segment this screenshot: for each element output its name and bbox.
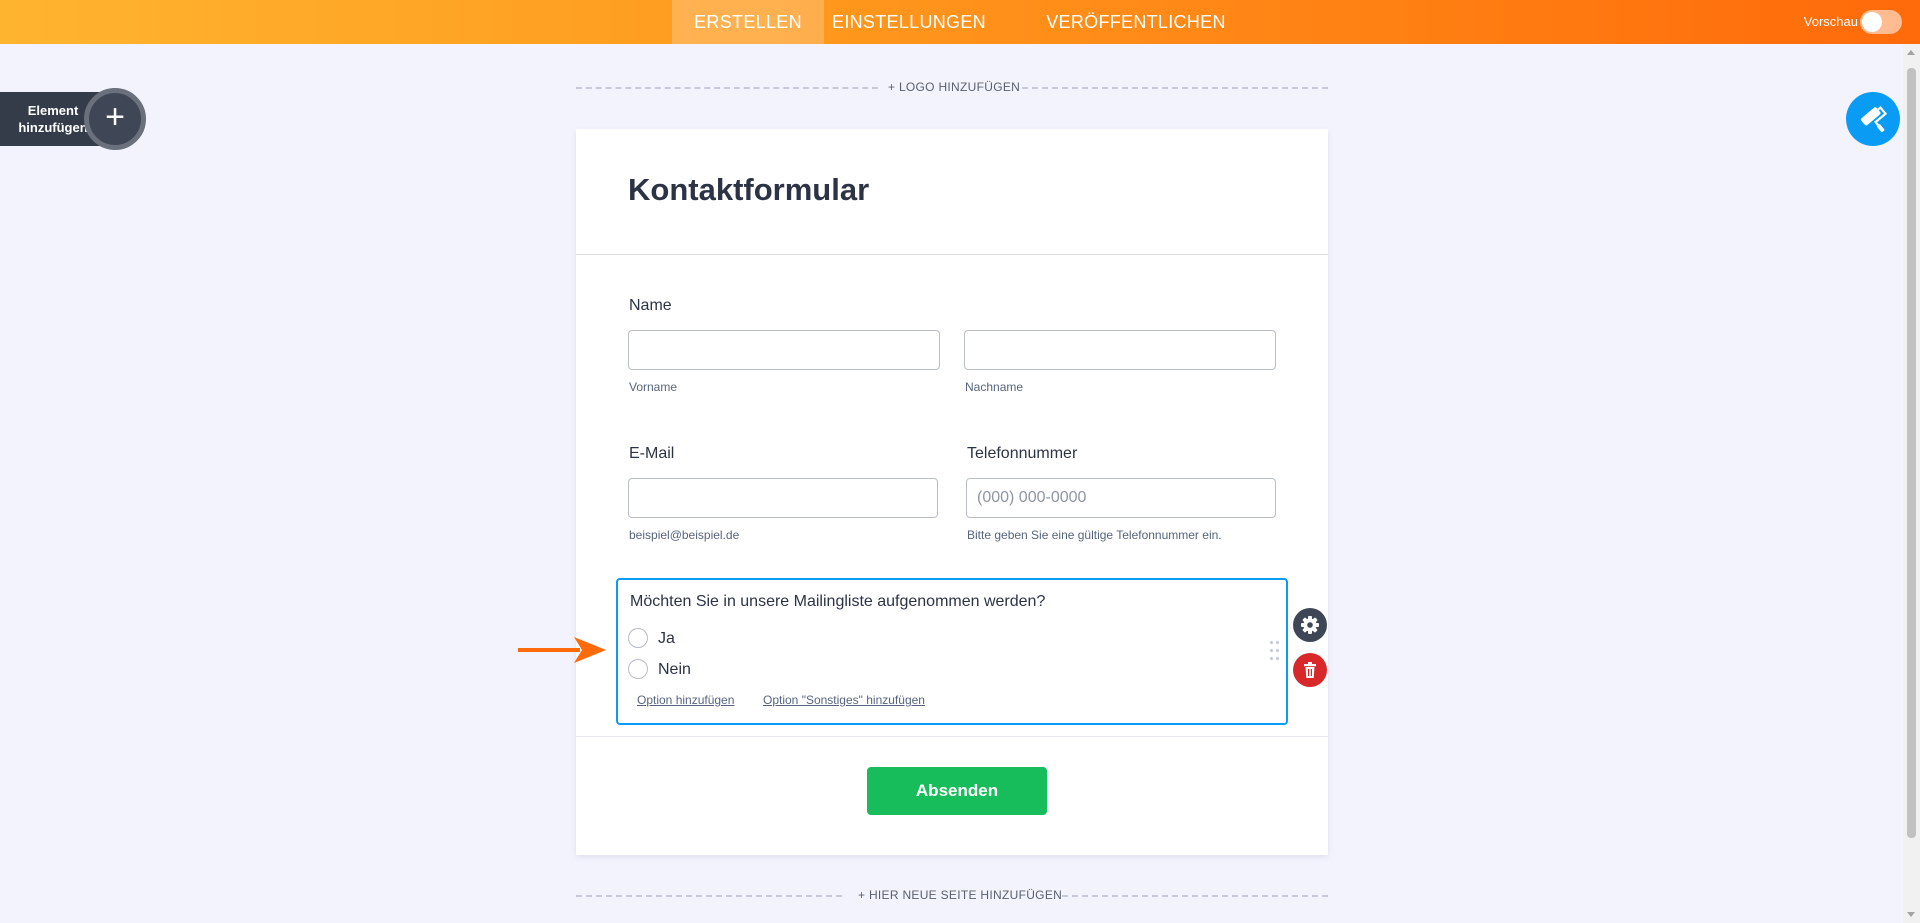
page-divider-left <box>576 895 842 897</box>
add-logo-link[interactable]: + LOGO HINZUFÜGEN <box>888 80 1020 94</box>
drag-handle-icon[interactable] <box>1270 641 1280 661</box>
mailing-list-question[interactable]: Möchten Sie in unsere Mailingliste aufge… <box>616 578 1288 725</box>
trash-icon <box>1304 662 1316 678</box>
email-input[interactable] <box>628 478 938 518</box>
last-name-input[interactable] <box>964 330 1276 370</box>
name-label[interactable]: Name <box>629 297 672 315</box>
title-divider <box>576 254 1328 255</box>
question-text[interactable]: Möchten Sie in unsere Mailingliste aufge… <box>630 593 1045 611</box>
phone-sublabel: Bitte geben Sie eine gültige Telefonnumm… <box>967 528 1222 542</box>
last-name-sublabel: Nachname <box>965 380 1024 394</box>
phone-label[interactable]: Telefonnummer <box>967 445 1077 463</box>
paint-roller-icon <box>1861 106 1888 133</box>
add-other-option-link[interactable]: Option "Sonstiges" hinzufügen <box>763 693 925 707</box>
first-name-input[interactable] <box>628 330 940 370</box>
form-title[interactable]: Kontaktformular <box>628 172 869 208</box>
preview-toggle[interactable] <box>1860 10 1902 34</box>
radio-button[interactable] <box>628 628 648 648</box>
preview-label: Vorschau <box>1803 14 1858 29</box>
first-name-sublabel: Vorname <box>629 380 678 394</box>
radio-button[interactable] <box>628 659 648 679</box>
submit-divider <box>576 736 1328 737</box>
submit-button[interactable]: Absenden <box>867 767 1047 815</box>
field-settings-button[interactable] <box>1293 608 1327 642</box>
scrollbar-thumb[interactable] <box>1907 68 1916 838</box>
tab-einstellungen[interactable]: EINSTELLUNGEN <box>824 0 994 44</box>
logo-divider-left <box>576 87 878 89</box>
email-sublabel: beispiel@beispiel.de <box>629 528 740 542</box>
delete-field-button[interactable] <box>1293 653 1327 687</box>
scroll-down-arrow[interactable] <box>1907 912 1915 917</box>
phone-input[interactable] <box>966 478 1276 518</box>
top-navigation-bar: ERSTELLEN EINSTELLUNGEN VERÖFFENTLICHEN … <box>0 0 1920 44</box>
annotation-arrow-icon <box>518 637 606 663</box>
option-label[interactable]: Ja <box>658 630 675 648</box>
add-option-link[interactable]: Option hinzufügen <box>637 693 734 707</box>
tab-veroeffentlichen[interactable]: VERÖFFENTLICHEN <box>1036 0 1236 44</box>
toggle-knob <box>1862 12 1882 32</box>
tab-erstellen[interactable]: ERSTELLEN <box>672 0 824 44</box>
logo-divider-right <box>1022 87 1328 89</box>
form-card: Kontaktformular Name Vorname Nachname E-… <box>576 129 1328 855</box>
plus-icon[interactable]: + <box>84 88 146 150</box>
page-scrollbar[interactable] <box>1903 44 1920 923</box>
email-label[interactable]: E-Mail <box>629 445 674 463</box>
scroll-up-arrow[interactable] <box>1907 50 1915 55</box>
add-element-button[interactable]: Element hinzufügen + <box>0 88 146 150</box>
gear-icon <box>1301 616 1319 634</box>
add-element-label: Element hinzufügen <box>18 103 88 135</box>
form-designer-button[interactable] <box>1846 92 1900 146</box>
add-page-link[interactable]: + HIER NEUE SEITE HINZUFÜGEN <box>858 888 1062 902</box>
page-divider-right <box>1062 895 1328 897</box>
option-label[interactable]: Nein <box>658 661 691 679</box>
